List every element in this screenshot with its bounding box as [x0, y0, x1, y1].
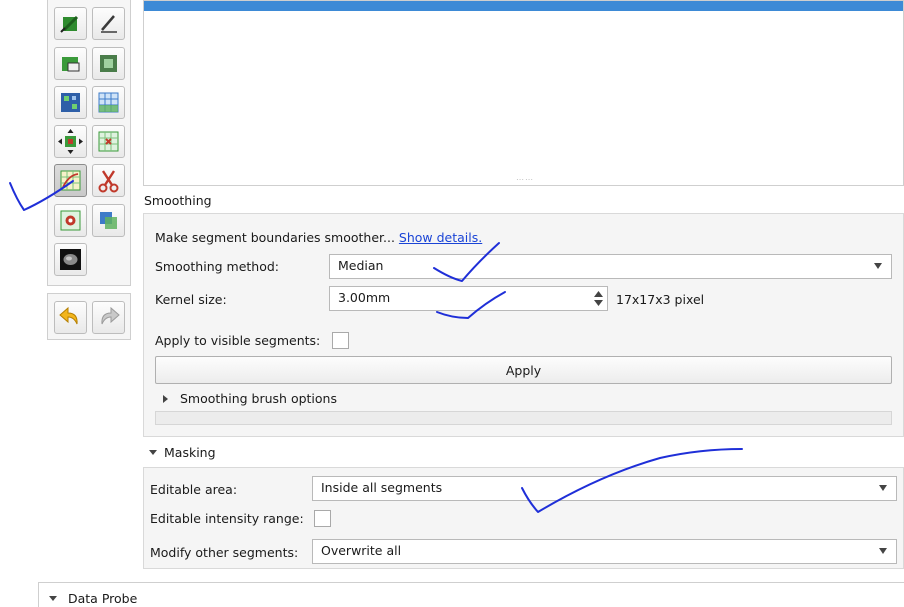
expand-arrow-icon	[163, 395, 168, 403]
smoothing-icon	[60, 170, 81, 191]
apply-button[interactable]: Apply	[155, 356, 892, 384]
smoothing-method-value: Median	[338, 258, 384, 273]
effects-toolbar	[47, 0, 131, 286]
kernel-size-pixels: 17x17x3 pixel	[616, 292, 705, 307]
level-tracing-icon	[100, 55, 117, 72]
editable-area-label: Editable area:	[150, 482, 238, 497]
grow-from-seeds-icon	[61, 93, 80, 112]
segments-table[interactable]: ⋯⋯	[143, 0, 904, 186]
undo-button[interactable]	[54, 301, 87, 334]
erase-effect-button[interactable]	[54, 47, 87, 80]
brush-options-collapsed-area	[155, 411, 892, 425]
smoothing-description: Make segment boundaries smoother... Show…	[155, 230, 483, 245]
collapse-arrow-icon	[49, 596, 57, 601]
kernel-size-spinbox[interactable]: 3.00mm	[329, 286, 608, 311]
mask-volume-effect-button[interactable]	[54, 243, 87, 276]
threshold-effect-button[interactable]	[92, 125, 125, 158]
splitter-handle[interactable]: ⋯⋯	[516, 175, 534, 184]
islands-effect-button[interactable]	[54, 204, 87, 237]
smoothing-section-title: Smoothing	[144, 193, 212, 208]
data-probe-section	[38, 582, 904, 607]
apply-visible-segments-label: Apply to visible segments:	[155, 333, 321, 348]
redo-button[interactable]	[92, 301, 125, 334]
chevron-down-icon	[879, 548, 887, 554]
fill-between-slices-effect-button[interactable]	[92, 86, 125, 119]
selected-segment-row[interactable]	[144, 1, 903, 11]
smoothing-effect-button[interactable]	[54, 164, 87, 197]
kernel-size-value: 3.00mm	[338, 290, 391, 305]
chevron-down-icon	[879, 485, 887, 491]
chevron-down-icon	[874, 263, 882, 269]
mask-volume-icon	[60, 249, 81, 270]
masking-section-toggle[interactable]: Masking	[164, 445, 216, 460]
spin-arrows-icon[interactable]	[593, 289, 604, 308]
logical-operators-effect-button[interactable]	[92, 204, 125, 237]
grow-from-seeds-effect-button[interactable]	[54, 86, 87, 119]
data-probe-toggle[interactable]: Data Probe	[68, 591, 137, 606]
paint-effect-button[interactable]	[54, 7, 87, 40]
smoothing-brush-options-toggle[interactable]: Smoothing brush options	[180, 391, 337, 406]
logical-operators-icon	[100, 212, 117, 229]
apply-visible-segments-checkbox[interactable]	[332, 332, 349, 349]
scissors-icon	[98, 170, 119, 193]
erase-icon	[62, 57, 80, 72]
islands-icon	[60, 210, 81, 231]
modify-other-segments-label: Modify other segments:	[150, 545, 299, 560]
kernel-size-label: Kernel size:	[155, 292, 227, 307]
smoothing-method-combobox[interactable]: Median	[329, 254, 892, 279]
editable-area-value: Inside all segments	[321, 480, 443, 495]
paint-icon	[60, 15, 79, 33]
redo-icon	[101, 306, 120, 325]
collapse-arrow-icon	[149, 450, 157, 455]
fill-between-slices-icon	[98, 92, 119, 113]
margin-icon	[58, 129, 83, 154]
threshold-icon	[98, 131, 119, 152]
level-tracing-effect-button[interactable]	[92, 47, 125, 80]
editable-area-combobox[interactable]: Inside all segments	[312, 476, 897, 501]
modify-other-segments-combobox[interactable]: Overwrite all	[312, 539, 897, 564]
scissors-effect-button[interactable]	[92, 164, 125, 197]
editable-intensity-range-checkbox[interactable]	[314, 510, 331, 527]
undo-icon	[59, 306, 78, 325]
draw-icon	[101, 15, 117, 33]
undo-redo-group	[47, 293, 131, 340]
smoothing-method-label: Smoothing method:	[155, 259, 280, 274]
modify-other-segments-value: Overwrite all	[321, 543, 402, 558]
editable-intensity-range-label: Editable intensity range:	[150, 511, 304, 526]
margin-effect-button[interactable]	[54, 125, 87, 158]
show-details-link[interactable]: Show details.	[399, 230, 482, 245]
draw-effect-button[interactable]	[92, 7, 125, 40]
